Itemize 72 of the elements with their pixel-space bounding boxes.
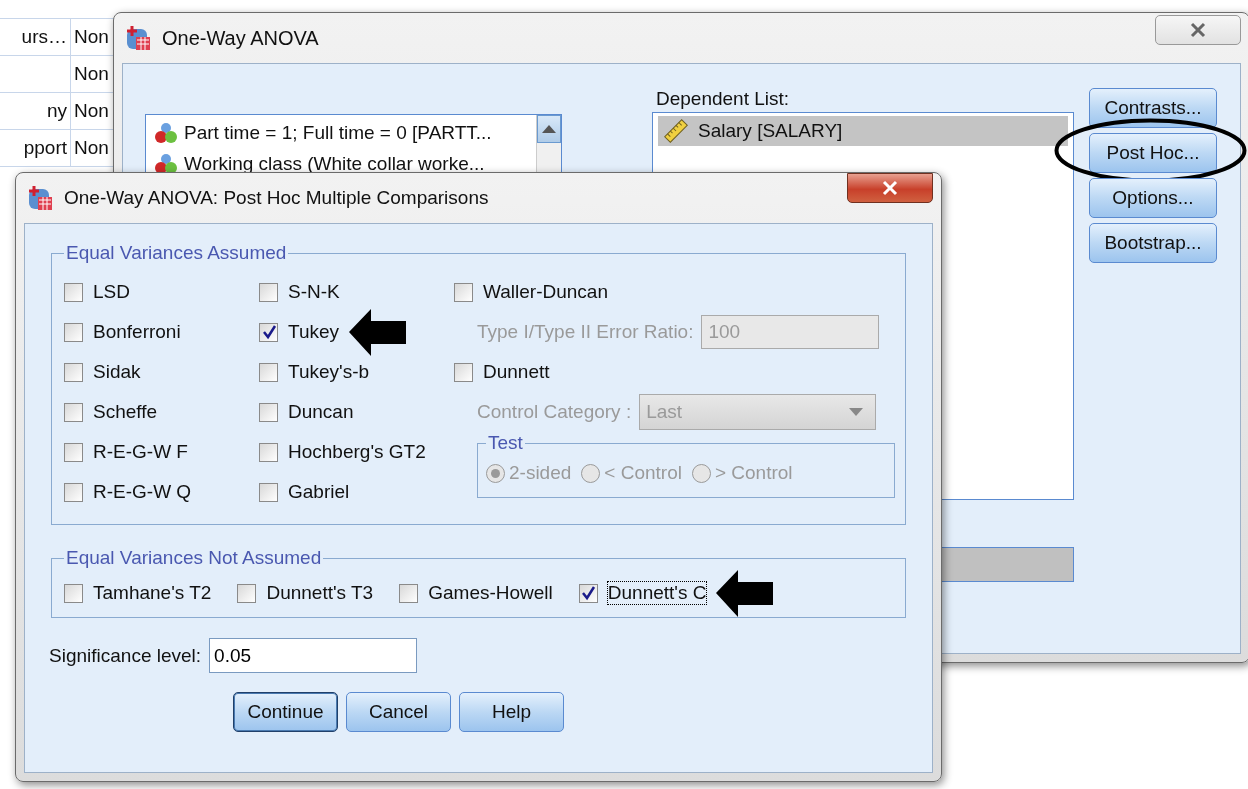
option-label[interactable]: Bonferroni [93, 321, 181, 343]
table-cell: pport [23, 137, 67, 158]
checkbox[interactable] [259, 442, 278, 462]
close-button[interactable] [847, 173, 933, 203]
spreadsheet-icon [124, 24, 152, 52]
spreadsheet-icon [26, 184, 54, 212]
checkbox[interactable] [64, 282, 83, 302]
list-label: Dependent List: [656, 88, 791, 111]
field-label: Significance level: [49, 644, 202, 667]
dialog-button[interactable]: Contrasts... [1089, 88, 1217, 128]
field-label: Control Category : [477, 401, 632, 423]
table-cell: urs… [21, 26, 67, 47]
option-label[interactable]: LSD [93, 281, 130, 303]
checkbox[interactable] [454, 282, 473, 302]
close-icon [880, 180, 900, 196]
dialog-button[interactable]: Options... [1089, 178, 1217, 218]
option-label[interactable]: Dunnett [483, 361, 550, 383]
checkbox[interactable] [399, 583, 419, 603]
option-label[interactable]: R-E-G-W F [93, 441, 188, 463]
dialog-button[interactable]: Cancel [346, 692, 451, 732]
option-label[interactable]: Dunnett's C [607, 582, 707, 604]
option-label[interactable]: Tukey [288, 321, 340, 343]
window-title: One-Way ANOVA [162, 26, 319, 50]
table-cell: Non [74, 100, 109, 121]
variable-item[interactable]: Part time = 1; Full time = 0 [PARTT... [184, 121, 492, 144]
option-label[interactable]: Gabriel [288, 481, 350, 503]
table-cell: Non [74, 137, 109, 158]
list-item[interactable]: Salary [SALARY] [658, 116, 1068, 146]
option-label[interactable]: Duncan [288, 401, 354, 423]
checkbox[interactable] [64, 442, 83, 462]
checkbox[interactable] [259, 482, 278, 502]
table-cell: ny [46, 100, 67, 121]
checkbox[interactable] [237, 583, 257, 603]
group-title: Test [487, 432, 524, 454]
option-label[interactable]: Scheffe [93, 401, 158, 423]
dialog-button[interactable]: Post Hoc... [1089, 133, 1217, 173]
option-label[interactable]: S-N-K [288, 281, 340, 303]
checkbox[interactable] [454, 362, 473, 382]
option-label[interactable]: Sidak [93, 361, 141, 383]
option-label[interactable]: Waller-Duncan [483, 281, 608, 303]
close-button[interactable] [1155, 15, 1241, 45]
checkbox[interactable] [259, 362, 278, 382]
checkbox[interactable] [64, 402, 83, 422]
dialog-button[interactable]: Help [459, 692, 564, 732]
option-label[interactable]: Tukey's-b [288, 361, 370, 383]
option-label[interactable]: Hochberg's GT2 [288, 441, 426, 463]
checkbox[interactable] [259, 402, 278, 422]
option-label[interactable]: Tamhane's T2 [93, 582, 212, 604]
group-title: Equal Variances Assumed [65, 242, 288, 264]
checkbox[interactable] [64, 362, 83, 382]
variable-item[interactable]: Working class (White collar worke... [184, 152, 485, 175]
significance-input[interactable]: 0.05 [209, 638, 418, 673]
close-icon [1188, 22, 1208, 38]
option-label[interactable]: Games-Howell [428, 582, 553, 604]
dialog-button[interactable]: Continue [233, 692, 338, 732]
group-title: Equal Variances Not Assumed [65, 547, 323, 569]
option-label[interactable]: Dunnett's T3 [266, 582, 374, 604]
dropdown-arrow-icon [849, 408, 864, 416]
checkbox[interactable] [64, 482, 83, 502]
table-cell: Non [74, 26, 109, 47]
checkbox[interactable] [64, 322, 83, 342]
table-cell: Non [74, 63, 109, 84]
checkbox[interactable] [64, 583, 83, 603]
field-label: Type I/Type II Error Ratio: [477, 321, 694, 343]
option-label[interactable]: R-E-G-W Q [93, 481, 192, 503]
checkbox[interactable] [578, 583, 598, 603]
dialog-button[interactable]: Bootstrap... [1089, 223, 1217, 263]
checkbox[interactable] [259, 282, 278, 302]
three-balls-icon [154, 120, 178, 145]
up-arrow-icon [542, 125, 556, 133]
window-title: One-Way ANOVA: Post Hoc Multiple Comparisons [64, 187, 489, 209]
checkbox[interactable] [259, 322, 278, 342]
